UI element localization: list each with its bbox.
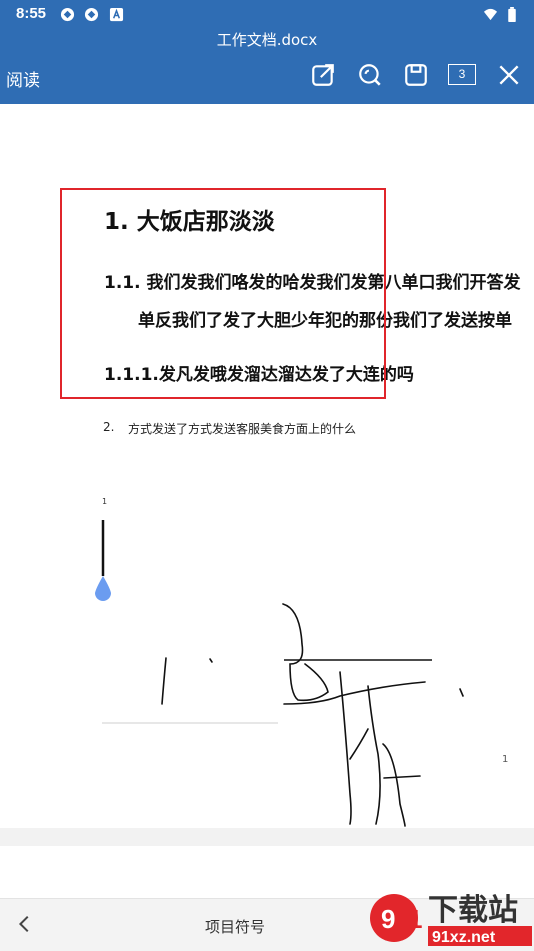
- wifi-icon: [483, 8, 498, 21]
- document-canvas[interactable]: 1. 大饭店那淡淡 1.1. 我们发我们咯发的哈发我们发第八单口我们开答发 单反…: [0, 104, 534, 894]
- page-count-icon[interactable]: 3: [448, 64, 476, 85]
- status-bar: 8:55: [0, 0, 534, 28]
- read-mode-label[interactable]: 阅读: [6, 66, 40, 91]
- sync-icon: [84, 7, 99, 22]
- page-gap: [0, 828, 534, 846]
- open-external-icon[interactable]: [310, 62, 336, 88]
- handwriting-strokes: [161, 603, 464, 827]
- svg-text:9: 9: [381, 904, 395, 934]
- search-icon[interactable]: [357, 62, 383, 88]
- cursor-handle[interactable]: [95, 576, 111, 601]
- status-time: 8:55: [16, 5, 47, 22]
- svg-text:1: 1: [408, 904, 422, 934]
- a-box-icon: [109, 7, 124, 22]
- sync-icon: [60, 7, 75, 22]
- close-icon[interactable]: [496, 62, 522, 88]
- site-watermark-logo: 9 1 下载站 91xz.net: [370, 893, 532, 946]
- svg-text:91xz.net: 91xz.net: [432, 929, 496, 946]
- app-header: 8:55 工作文档.docx 阅读 3: [0, 0, 534, 104]
- drawing-layer: [95, 520, 464, 827]
- svg-text:下载站: 下载站: [428, 893, 518, 928]
- save-icon[interactable]: [403, 62, 429, 88]
- document-title: 工作文档.docx: [216, 31, 318, 49]
- battery-icon: [508, 7, 516, 22]
